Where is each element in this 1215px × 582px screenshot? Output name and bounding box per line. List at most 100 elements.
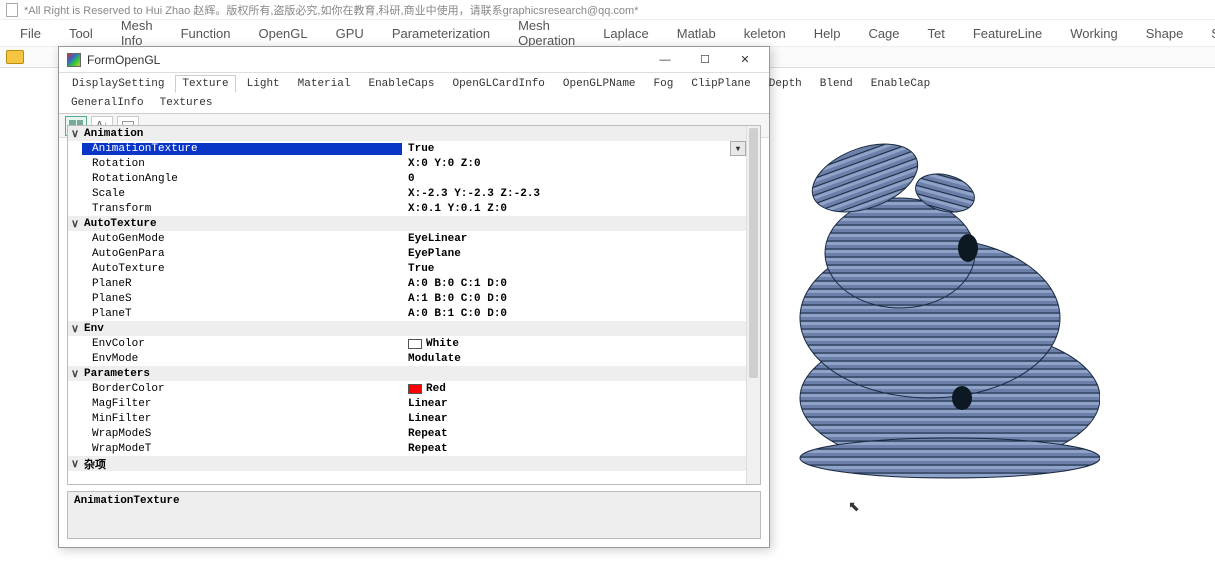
open-folder-icon[interactable] xyxy=(6,50,24,64)
prop-name: AutoGenMode xyxy=(82,233,402,245)
prop-value: Repeat xyxy=(408,428,448,440)
prop-value: True xyxy=(408,143,434,155)
dialog-tabs: DisplaySettingTexture LightMaterialEnable… xyxy=(59,73,769,93)
prop-wrapmodet[interactable]: WrapModeT Repeat xyxy=(68,441,746,456)
dropdown-icon[interactable]: ▾ xyxy=(730,141,746,156)
menu-help[interactable]: Help xyxy=(800,23,855,44)
subtab-generalinfo[interactable]: GeneralInfo xyxy=(65,95,150,111)
prop-name: AutoGenPara xyxy=(82,248,402,260)
prop-minfilter[interactable]: MinFilterLinear xyxy=(68,411,746,426)
expand-icon[interactable]: ∨ xyxy=(68,367,82,381)
menu-keleton[interactable]: keleton xyxy=(730,23,800,44)
prop-planer[interactable]: PlaneRA:0 B:0 C:1 D:0 xyxy=(68,276,746,291)
expand-icon[interactable]: ∨ xyxy=(68,457,82,471)
description-title: AnimationTexture xyxy=(74,495,754,507)
menu-tet[interactable]: Tet xyxy=(914,23,959,44)
menu-function[interactable]: Function xyxy=(167,23,245,44)
tab-light[interactable]: Light xyxy=(240,75,287,93)
prop-planes[interactable]: PlaneSA:1 B:0 C:0 D:0 xyxy=(68,291,746,306)
prop-value: Linear xyxy=(408,398,448,410)
prop-name: Scale xyxy=(82,188,402,200)
menu-cage[interactable]: Cage xyxy=(854,23,913,44)
category-杂项[interactable]: ∨杂项 xyxy=(68,456,746,471)
prop-transform[interactable]: Transform X:0.1 Y:0.1 Z:0 xyxy=(68,201,746,216)
tab-depth[interactable]: Depth xyxy=(762,75,809,93)
prop-autogenpara[interactable]: AutoGenParaEyePlane xyxy=(68,246,746,261)
prop-name: WrapModeT xyxy=(82,443,402,455)
expand-icon[interactable]: ∨ xyxy=(68,127,82,141)
menu-tool[interactable]: Tool xyxy=(55,23,107,44)
tab-enablecap[interactable]: EnableCap xyxy=(864,75,937,93)
prop-value: X:0 Y:0 Z:0 xyxy=(408,158,481,170)
menu-shape[interactable]: Shape xyxy=(1132,23,1198,44)
menu-opengl[interactable]: OpenGL xyxy=(244,23,321,44)
subtab-textures[interactable]: Textures xyxy=(154,95,219,111)
prop-name: PlaneT xyxy=(82,308,402,320)
prop-name: EnvColor xyxy=(82,338,402,350)
category-animation[interactable]: ∨Animation xyxy=(68,126,746,141)
minimize-button[interactable]: — xyxy=(645,49,685,71)
prop-bordercolor[interactable]: BorderColorRed xyxy=(68,381,746,396)
prop-value: A:0 B:0 C:1 D:0 xyxy=(408,278,507,290)
expand-icon[interactable]: ∨ xyxy=(68,217,82,231)
tab-clipplane[interactable]: ClipPlane xyxy=(684,75,757,93)
prop-name: AnimationTexture xyxy=(82,143,402,155)
tab-material[interactable]: Material xyxy=(291,75,358,93)
propertygrid-scrollbar[interactable] xyxy=(746,126,760,484)
tab-enablecaps[interactable]: EnableCaps xyxy=(361,75,441,93)
prop-wrapmodes[interactable]: WrapModeS Repeat xyxy=(68,426,746,441)
property-grid[interactable]: ∨Animation AnimationTexture True ▾RotationX… xyxy=(67,125,761,485)
menu-featureline[interactable]: FeatureLine xyxy=(959,23,1056,44)
prop-envcolor[interactable]: EnvColorWhite xyxy=(68,336,746,351)
tab-openglpname[interactable]: OpenGLPName xyxy=(556,75,643,93)
tab-blend[interactable]: Blend xyxy=(813,75,860,93)
menu-file[interactable]: File xyxy=(6,23,55,44)
expand-icon[interactable]: ∨ xyxy=(68,322,82,336)
dialog-app-icon xyxy=(67,53,81,67)
form-opengl-dialog[interactable]: FormOpenGL — ☐ ✕ DisplaySettingTexture Li… xyxy=(58,46,770,548)
prop-name: Transform xyxy=(82,203,402,215)
tab-texture[interactable]: Texture xyxy=(175,75,235,93)
prop-value: 0 xyxy=(408,173,415,185)
prop-magfilter[interactable]: MagFilter Linear xyxy=(68,396,746,411)
prop-value: True xyxy=(408,263,434,275)
prop-rotation[interactable]: RotationX:0 Y:0 Z:0 xyxy=(68,156,746,171)
tab-fog[interactable]: Fog xyxy=(647,75,681,93)
category-env[interactable]: ∨Env xyxy=(68,321,746,336)
tab-openglcardinfo[interactable]: OpenGLCardInfo xyxy=(445,75,551,93)
dialog-title: FormOpenGL xyxy=(87,53,160,67)
maximize-button[interactable]: ☐ xyxy=(685,49,725,71)
scrollbar-thumb[interactable] xyxy=(749,128,758,378)
menu-matlab[interactable]: Matlab xyxy=(663,23,730,44)
prop-value: A:1 B:0 C:0 D:0 xyxy=(408,293,507,305)
category-autotexture[interactable]: ∨AutoTexture xyxy=(68,216,746,231)
mouse-cursor-icon: ⬉ xyxy=(848,498,860,515)
prop-autogenmode[interactable]: AutoGenModeEyeLinear xyxy=(68,231,746,246)
prop-value: A:0 B:1 C:0 D:0 xyxy=(408,308,507,320)
prop-autotexture[interactable]: AutoTextureTrue xyxy=(68,261,746,276)
prop-scale[interactable]: Scale X:-2.3 Y:-2.3 Z:-2.3 xyxy=(68,186,746,201)
category-parameters[interactable]: ∨Parameters xyxy=(68,366,746,381)
prop-value: X:0.1 Y:0.1 Z:0 xyxy=(408,203,507,215)
close-button[interactable]: ✕ xyxy=(725,49,765,71)
menu-working[interactable]: Working xyxy=(1056,23,1131,44)
prop-envmode[interactable]: EnvModeModulate xyxy=(68,351,746,366)
prop-name: MinFilter xyxy=(82,413,402,425)
tab-displaysetting[interactable]: DisplaySetting xyxy=(65,75,171,93)
prop-value: X:-2.3 Y:-2.3 Z:-2.3 xyxy=(408,188,540,200)
prop-value: Modulate xyxy=(408,353,461,365)
menu-skinn[interactable]: Skinn xyxy=(1197,23,1215,44)
dialog-subtabs: GeneralInfoTextures xyxy=(59,93,769,114)
dialog-titlebar[interactable]: FormOpenGL — ☐ ✕ xyxy=(59,47,769,73)
menu-laplace[interactable]: Laplace xyxy=(589,23,663,44)
menu-parameterization[interactable]: Parameterization xyxy=(378,23,504,44)
main-menubar: FileToolMesh InfoFunctionOpenGLGPUParame… xyxy=(0,20,1215,46)
prop-name: WrapModeS xyxy=(82,428,402,440)
prop-planet[interactable]: PlaneT A:0 B:1 C:0 D:0 xyxy=(68,306,746,321)
prop-animationtexture[interactable]: AnimationTexture True ▾ xyxy=(68,141,746,156)
app-titlebar: *All Right is Reserved to Hui Zhao 赵辉。版权… xyxy=(0,0,1215,20)
prop-value: Repeat xyxy=(408,443,448,455)
prop-rotationangle[interactable]: RotationAngle0 xyxy=(68,171,746,186)
menu-gpu[interactable]: GPU xyxy=(322,23,378,44)
prop-name: MagFilter xyxy=(82,398,402,410)
